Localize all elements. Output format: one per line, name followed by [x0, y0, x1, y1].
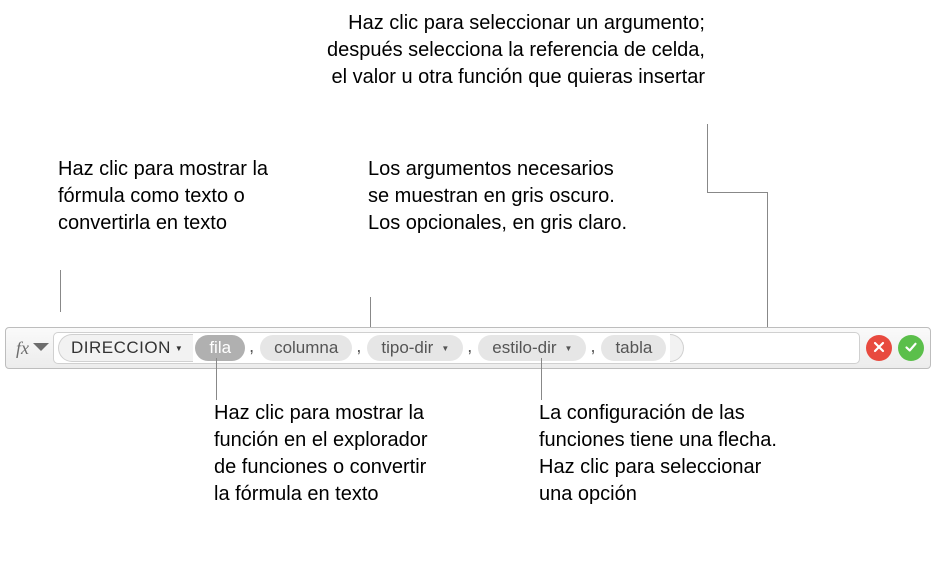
separator: , [588, 336, 599, 360]
check-icon [904, 337, 918, 360]
callout-function-option-arrow: La configuración de las funciones tiene … [539, 400, 789, 508]
argument-token-columna[interactable]: columna [260, 335, 352, 361]
separator: , [465, 336, 476, 360]
leader [707, 160, 708, 192]
callout-argument-colors: Los argumentos necesarios se muestran en… [368, 156, 638, 237]
leader [767, 192, 768, 342]
argument-token-estilo-dir[interactable]: estilo-dir ▼ [478, 335, 586, 361]
fx-label: fx [6, 338, 33, 359]
leader [60, 270, 61, 312]
separator: , [247, 336, 258, 360]
chevron-down-icon[interactable]: ▼ [565, 344, 573, 353]
leader [707, 192, 767, 193]
chevron-down-icon[interactable]: ▼ [175, 344, 183, 353]
argument-token-fila[interactable]: fila [195, 335, 245, 361]
argument-token-tipo-dir[interactable]: tipo-dir ▼ [367, 335, 463, 361]
argument-label: tabla [615, 338, 652, 358]
function-name-token[interactable]: DIRECCION ▼ [58, 334, 193, 362]
argument-label: fila [209, 338, 231, 358]
callout-fx-dropdown: Haz clic para mostrar la fórmula como te… [58, 156, 288, 237]
formula-content[interactable]: DIRECCION ▼ fila , columna , tipo-dir ▼ … [53, 332, 860, 364]
function-name-label: DIRECCION [71, 338, 171, 358]
argument-label: columna [274, 338, 338, 358]
leader [541, 358, 542, 400]
separator: , [354, 336, 365, 360]
argument-label: tipo-dir [381, 338, 433, 358]
argument-label: estilo-dir [492, 338, 556, 358]
confirm-button[interactable] [898, 335, 924, 361]
formula-editor-bar: fx DIRECCION ▼ fila , columna , tipo-dir… [5, 327, 931, 369]
leader [216, 358, 217, 400]
callout-argument-selection: Haz clic para seleccionar un argumento; … [325, 10, 705, 91]
fx-dropdown-icon[interactable] [33, 341, 49, 356]
leader [707, 124, 708, 162]
close-icon [872, 337, 886, 360]
callout-function-dropdown: Haz clic para mostrar la función en el e… [214, 400, 439, 508]
cancel-button[interactable] [866, 335, 892, 361]
chevron-down-icon[interactable]: ▼ [441, 344, 449, 353]
function-closing-paren [670, 334, 684, 362]
argument-token-tabla[interactable]: tabla [601, 335, 666, 361]
